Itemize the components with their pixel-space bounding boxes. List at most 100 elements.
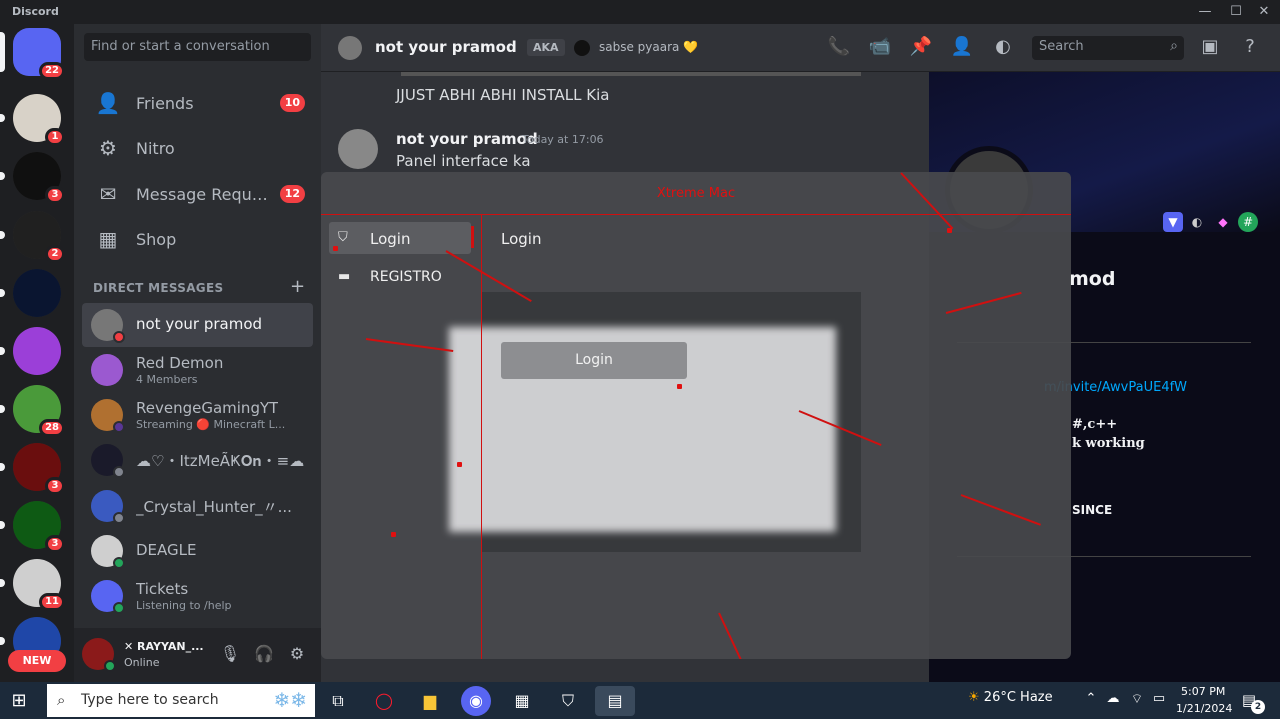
menu-item-registro[interactable]: REGISTRO: [370, 269, 442, 285]
dm-sidebar: Find or start a conversation 👤 Friends 10 ⚙…: [74, 24, 321, 682]
username: ✕ RAYYAN_...: [124, 640, 204, 653]
game-app-icon[interactable]: ▦: [507, 686, 537, 716]
sidebar-item-shop[interactable]: ▦ Shop: [82, 218, 313, 260]
sidebar-item-message[interactable]: ✉ Message Reques... 12: [82, 173, 313, 215]
discord-taskbar-icon[interactable]: ◉: [461, 686, 491, 716]
clock-date[interactable]: 1/21/2024: [1176, 702, 1232, 715]
message-author[interactable]: not your pramod: [396, 130, 538, 148]
dm-item[interactable]: RevengeGamingYT Streaming 🔴 Minecraft L..…: [82, 393, 313, 437]
file-explorer-icon[interactable]: ▆: [415, 686, 445, 716]
opera-icon[interactable]: ◯: [369, 686, 399, 716]
create-dm-button[interactable]: +: [290, 276, 305, 297]
find-conversation-input[interactable]: Find or start a conversation: [84, 33, 311, 61]
taskbar-search-input[interactable]: ⌕ Type here to search ❄❄: [47, 684, 315, 717]
sidebar-item-label: Shop: [136, 229, 177, 249]
active-window-icon[interactable]: ▤: [595, 686, 635, 716]
dm-item[interactable]: Red Demon 4 Members: [82, 348, 313, 392]
message-text: Panel interface ka: [396, 152, 531, 170]
avatar[interactable]: [338, 129, 378, 169]
microphone-icon[interactable]: 🎙: [219, 644, 241, 666]
avatar[interactable]: [338, 36, 362, 60]
unread-indicator: [0, 231, 5, 239]
status-dot: [104, 660, 116, 672]
dm-item[interactable]: _Crystal_Hunter_〃...: [82, 484, 313, 528]
menu-item-login[interactable]: Login: [370, 230, 410, 248]
security-icon[interactable]: ⛉: [553, 686, 583, 716]
video-call-icon[interactable]: 📹: [867, 36, 893, 60]
windows-start-icon[interactable]: ⊞: [8, 690, 30, 712]
dm-name: DEAGLE: [136, 541, 197, 559]
close-icon[interactable]: ✕: [1252, 2, 1276, 22]
envelope-icon: ✉: [99, 182, 117, 206]
profile-bio-line: k working: [1072, 436, 1145, 451]
nitro-badge-icon: ▼: [1163, 212, 1183, 232]
status-dot: [113, 466, 125, 478]
tab-login[interactable]: Login: [501, 230, 541, 248]
unread-indicator: [0, 114, 5, 122]
login-button[interactable]: Login: [501, 342, 687, 379]
server-icon[interactable]: [0, 269, 61, 317]
unread-indicator: [0, 463, 5, 471]
screen-icon[interactable]: ▭: [1151, 691, 1167, 709]
task-view-icon[interactable]: ⧉: [323, 686, 353, 716]
sidebar-item-label: Friends: [136, 93, 194, 113]
server-icon[interactable]: [0, 327, 61, 375]
message-image[interactable]: [401, 72, 861, 76]
wifi-icon[interactable]: ⌔: [1129, 691, 1145, 709]
unread-indicator: [0, 637, 5, 645]
server-icon[interactable]: 3: [0, 152, 65, 204]
headphones-icon[interactable]: 🎧: [253, 644, 275, 666]
voice-call-icon[interactable]: 📞: [826, 36, 852, 60]
help-icon[interactable]: ?: [1237, 36, 1263, 60]
dm-item[interactable]: not your pramod: [82, 303, 313, 347]
user-profile-icon[interactable]: ◐: [990, 36, 1016, 60]
chat-header: not your pramod AKA sabse pyaara 💛 📞 📹 📌…: [321, 24, 1280, 72]
maximize-icon[interactable]: ☐: [1224, 2, 1248, 22]
chevron-up-icon[interactable]: ⌃: [1083, 691, 1099, 709]
dm-header: DIRECT MESSAGES: [93, 281, 224, 295]
status-dot: [113, 331, 125, 343]
server-icon[interactable]: 11: [0, 559, 65, 611]
mention-badge: 3: [45, 535, 65, 553]
dm-name: RevengeGamingYT: [136, 399, 279, 417]
chat-search-input[interactable]: Search ⌕: [1032, 36, 1184, 60]
folder-icon: ▬: [338, 269, 351, 284]
count-badge: 12: [279, 185, 305, 203]
minimize-icon[interactable]: —: [1193, 2, 1217, 22]
dm-subtext: Streaming 🔴 Minecraft L...: [136, 418, 286, 431]
gear-icon[interactable]: ⚙: [286, 644, 308, 666]
divider: [481, 214, 482, 659]
overlay-title: Xtreme Mac: [656, 186, 736, 201]
notification-count: 2: [1251, 700, 1265, 714]
server-icon[interactable]: 1: [0, 94, 65, 146]
weather-widget[interactable]: ☀ 26°C Haze: [968, 690, 1053, 705]
esp-line: [960, 494, 1042, 526]
add-friends-icon[interactable]: 👤: [949, 36, 975, 60]
server-icon[interactable]: 3: [0, 501, 65, 553]
mention-badge: 11: [39, 593, 65, 611]
server-icon[interactable]: 22: [0, 28, 65, 80]
dm-item[interactable]: ☁♡・ItzMeÃҜ𝐎𝐧・≡☁: [82, 438, 313, 482]
clock-time[interactable]: 5:07 PM: [1181, 685, 1225, 698]
weather-text: 26°C Haze: [983, 690, 1053, 705]
cloud-icon[interactable]: ☁: [1105, 691, 1121, 709]
esp-line: [945, 292, 1022, 314]
inbox-icon[interactable]: ▣: [1197, 36, 1223, 60]
sun-icon: ☀: [968, 690, 984, 705]
sidebar-item-nitro[interactable]: ⚙ Nitro: [82, 127, 313, 169]
new-badge[interactable]: NEW: [8, 650, 66, 672]
dm-subtext: Listening to /help: [136, 599, 232, 612]
dm-item[interactable]: DEAGLE: [82, 529, 313, 573]
server-icon[interactable]: 28: [0, 385, 65, 437]
friends-icon: 👤: [95, 91, 121, 115]
unread-indicator: [0, 347, 5, 355]
dm-item[interactable]: Tickets Listening to /help: [82, 574, 313, 618]
dm-name: Red Demon: [136, 354, 224, 372]
esp-point: [677, 384, 682, 389]
server-icon[interactable]: 3: [0, 443, 65, 495]
hashtag-badge-icon: #: [1238, 212, 1258, 232]
unread-indicator: [0, 32, 5, 72]
server-icon[interactable]: 2: [0, 211, 65, 263]
pin-icon[interactable]: 📌: [908, 36, 934, 60]
sidebar-item-friends[interactable]: 👤 Friends 10: [82, 82, 313, 124]
